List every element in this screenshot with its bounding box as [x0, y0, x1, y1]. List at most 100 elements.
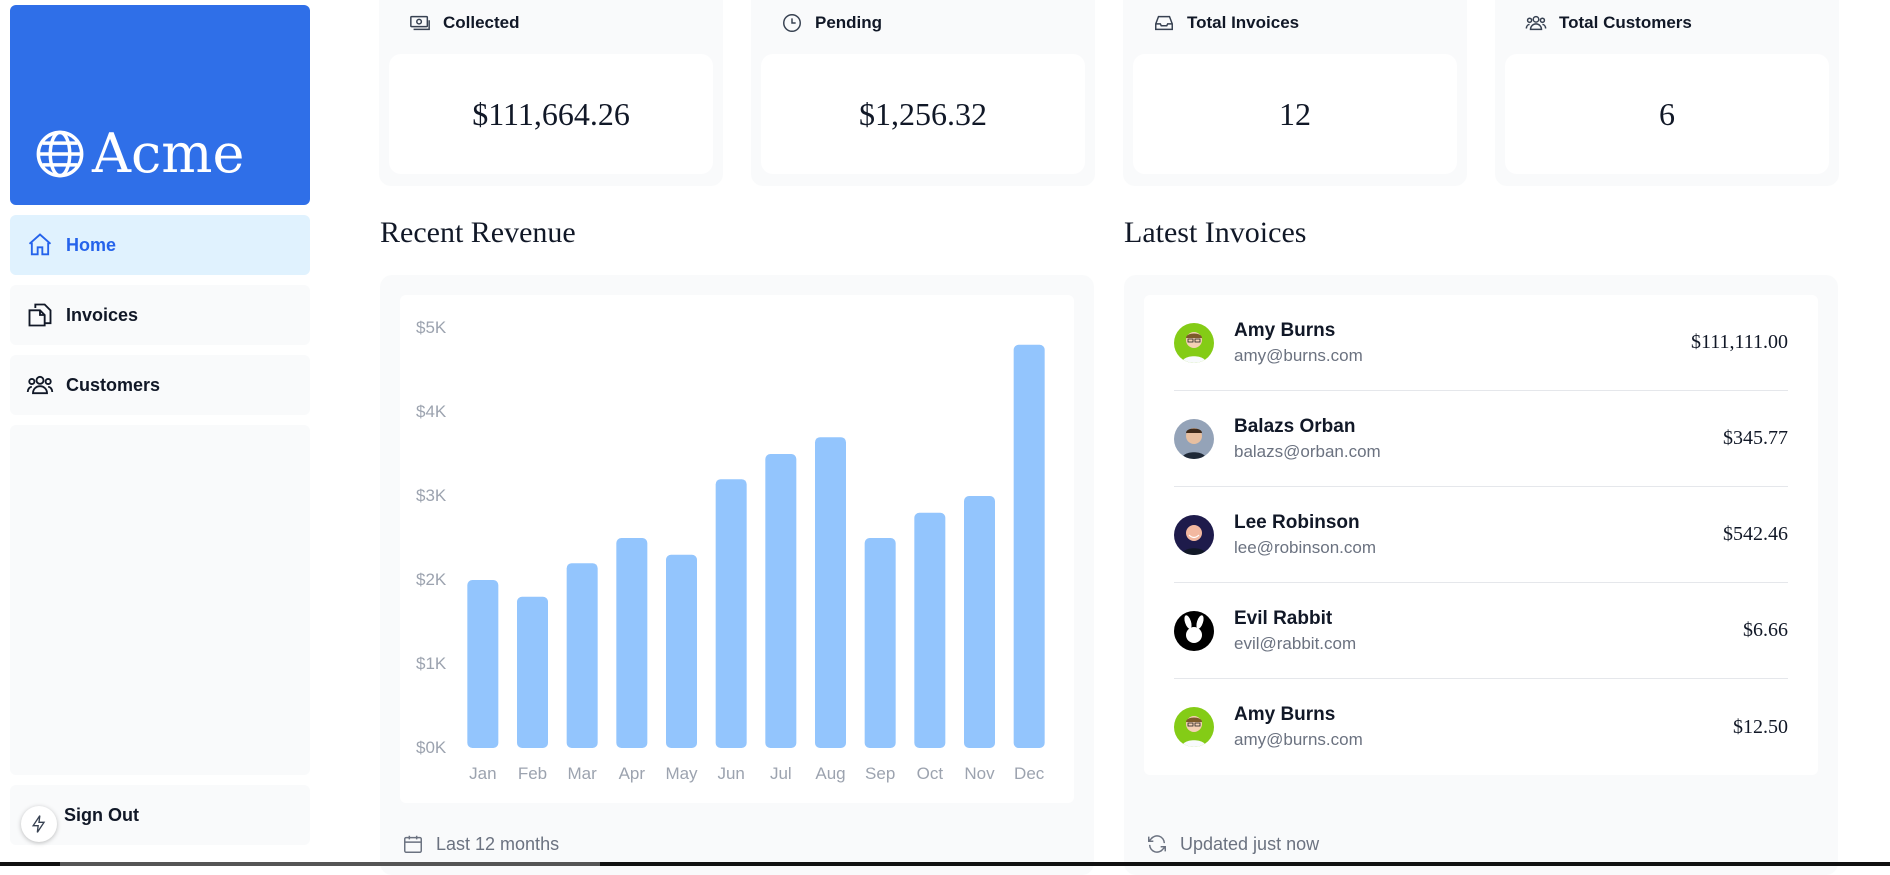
banknotes-icon: [410, 15, 430, 31]
card-value: $1,256.32: [761, 54, 1085, 174]
nav-item-home[interactable]: Home: [10, 215, 310, 275]
invoice-row[interactable]: Evil Rabbit evil@rabbit.com $6.66: [1174, 583, 1788, 679]
avatar: [1174, 322, 1214, 363]
invoices-panel: Amy Burns amy@burns.com $111,111.00 Bala…: [1124, 275, 1838, 875]
invoice-row[interactable]: Balazs Orban balazs@orban.com $345.77: [1174, 391, 1788, 487]
avatar: [1174, 514, 1214, 555]
acme-logo: Acme: [34, 127, 244, 181]
sign-out-label: Sign Out: [64, 804, 139, 825]
latest-invoices-title: Latest Invoices: [1124, 216, 1307, 249]
nav-item-customers[interactable]: Customers: [10, 355, 310, 415]
revenue-footer-text: Last 12 months: [436, 833, 560, 854]
bar-oct: [914, 512, 946, 748]
card-value: $111,664.26: [389, 54, 713, 174]
home-icon: [28, 233, 52, 256]
avatar-amy-burns: [1174, 322, 1214, 363]
logo-banner[interactable]: Acme: [10, 5, 310, 205]
x-tick-label: Feb: [518, 764, 547, 783]
revenue-chart-svg: $0K $1K $2K $3K $4K $5K Jan Feb Mar Apr May Jun Jul A…: [416, 318, 1045, 783]
refresh-icon: [1148, 835, 1166, 853]
y-tick-label: $3K: [416, 486, 447, 505]
bar-may: [666, 554, 697, 748]
x-tick-label: Sep: [865, 764, 895, 783]
invoice-amount: $12.50: [1733, 715, 1788, 738]
card-title: Pending: [815, 13, 883, 32]
scrollbar-thumb[interactable]: [60, 862, 600, 866]
card-collected: Collected $111,664.26: [379, 0, 723, 186]
y-tick-label: $5K: [416, 318, 447, 337]
invoice-customer: Amy Burns amy@burns.com: [1234, 702, 1733, 752]
card-value: 6: [1505, 54, 1829, 174]
bar-jun: [715, 479, 747, 748]
invoices-footer-text: Updated just now: [1180, 833, 1320, 854]
calendar-icon: [404, 835, 422, 853]
invoice-amount: $542.46: [1723, 523, 1788, 545]
y-tick-label: $0K: [416, 738, 447, 757]
devtools-bolt-button[interactable]: [21, 806, 57, 842]
customer-name: Amy Burns: [1234, 704, 1336, 725]
sidebar: Acme Home Invoices Customers Sign Out: [10, 5, 310, 845]
bar-jul: [765, 454, 797, 748]
avatar: [1174, 707, 1214, 747]
customer-email: amy@burns.com: [1234, 730, 1363, 749]
revenue-panel: $0K $1K $2K $3K $4K $5K Jan Feb Mar Apr May Jun Jul A…: [380, 275, 1094, 875]
revenue-footer: Last 12 months: [402, 833, 559, 855]
x-tick-label: Oct: [917, 764, 944, 783]
bar-dec: [1013, 344, 1045, 748]
x-tick-label: Jun: [717, 764, 744, 783]
bar-mar: [566, 563, 598, 748]
customer-name: Evil Rabbit: [1234, 607, 1333, 629]
x-tick-label: Jul: [770, 764, 792, 783]
inbox-icon: [1155, 15, 1173, 31]
nav-label-home: Home: [66, 234, 117, 255]
card-header: Total Invoices: [1153, 12, 1299, 34]
bar-feb: [517, 596, 548, 748]
customer-email: lee@robinson.com: [1234, 537, 1376, 557]
card-title: Collected: [443, 13, 520, 32]
card-value: 12: [1133, 54, 1457, 174]
y-tick-label: $2K: [416, 570, 447, 589]
bottom-scrollbar[interactable]: [0, 862, 1890, 866]
avatar: [1174, 610, 1214, 651]
avatar-amy-burns: [1174, 707, 1214, 747]
sidebar-spacer: [10, 425, 310, 775]
revenue-chart: $0K $1K $2K $3K $4K $5K Jan Feb Mar Apr May Jun Jul A…: [400, 295, 1074, 803]
document-duplicate-icon: [28, 303, 52, 327]
invoice-customer: Amy Burns amy@burns.com: [1234, 318, 1691, 368]
card-pending: Pending $1,256.32: [751, 0, 1095, 186]
invoice-amount: $6.66: [1743, 619, 1788, 641]
bar-apr: [616, 538, 648, 748]
y-tick-label: $4K: [416, 402, 447, 421]
card-title: Total Customers: [1559, 13, 1692, 32]
card-total-customers: Total Customers 6: [1495, 0, 1839, 186]
nav-label-customers: Customers: [66, 374, 161, 395]
invoice-row[interactable]: Lee Robinson lee@robinson.com $542.46: [1174, 487, 1788, 583]
clock-icon: [783, 14, 801, 32]
avatar-balazs-orban: [1174, 418, 1214, 459]
x-tick-label: Mar: [568, 764, 598, 783]
x-tick-label: Apr: [619, 764, 646, 783]
customer-name: Amy Burns: [1234, 319, 1336, 341]
user-group-icon: [26, 375, 54, 395]
x-tick-label: Jan: [469, 764, 496, 783]
card-header: Pending: [781, 12, 882, 34]
x-tick-label: Dec: [1014, 764, 1045, 783]
customer-email: balazs@orban.com: [1234, 441, 1381, 461]
customer-name: Lee Robinson: [1234, 511, 1360, 533]
invoice-customer: Lee Robinson lee@robinson.com: [1234, 510, 1723, 560]
invoice-row[interactable]: Amy Burns amy@burns.com $12.50: [1174, 679, 1788, 775]
customer-email: evil@rabbit.com: [1234, 633, 1357, 653]
recent-revenue-title: Recent Revenue: [380, 216, 576, 249]
invoice-amount: $111,111.00: [1690, 331, 1788, 353]
customer-name: Balazs Orban: [1234, 415, 1356, 437]
invoice-list: Amy Burns amy@burns.com $111,111.00 Bala…: [1144, 295, 1818, 775]
card-header: Total Customers: [1525, 12, 1692, 34]
globe-icon: [36, 130, 84, 178]
bar-nov: [964, 496, 995, 748]
card-total-invoices: Total Invoices 12: [1123, 0, 1467, 186]
nav-item-invoices[interactable]: Invoices: [10, 285, 310, 345]
bar-sep: [864, 538, 896, 748]
card-header: Collected: [409, 12, 520, 34]
invoice-customer: Balazs Orban balazs@orban.com: [1234, 414, 1723, 464]
invoice-row[interactable]: Amy Burns amy@burns.com $111,111.00: [1174, 295, 1788, 391]
